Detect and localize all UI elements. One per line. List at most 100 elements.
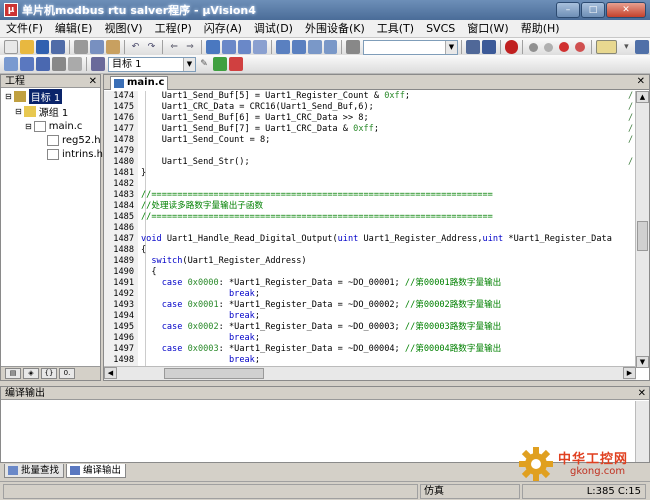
manage-components-icon[interactable] (213, 57, 227, 71)
code-line[interactable]: 1490 { (104, 267, 636, 278)
code-line[interactable]: 1495 case 0x0002: *Uart1_Register_Data =… (104, 322, 636, 333)
code-line[interactable]: 1489 switch(Uart1_Register_Address) (104, 256, 636, 267)
clear-bookmarks-icon[interactable] (253, 40, 268, 54)
kill-breakpoints-icon[interactable] (574, 42, 585, 52)
select-packs-icon[interactable] (229, 57, 243, 71)
scroll-thumb[interactable] (637, 221, 648, 251)
menu-file[interactable]: 文件(F) (0, 20, 49, 38)
nav-forward-icon[interactable]: ⇒ (183, 40, 197, 54)
uncomment-icon[interactable] (323, 40, 338, 54)
tree-item-intrins-h[interactable]: intrins.h (47, 147, 103, 161)
code-line[interactable]: 1486 (104, 223, 636, 234)
tab-main-c[interactable]: main.c (110, 76, 168, 90)
menu-edit[interactable]: 编辑(E) (49, 20, 99, 38)
new-file-icon[interactable] (4, 40, 18, 54)
code-line[interactable]: 1476 Uart1_Send_Buf[6] = Uart1_CRC_Data … (104, 113, 636, 124)
target-options-icon[interactable]: ✎ (197, 57, 211, 71)
books-tab-icon[interactable]: ◈ (23, 368, 39, 379)
batch-build-icon[interactable] (52, 57, 66, 71)
code-line[interactable]: 1494 break; (104, 311, 636, 322)
scroll-up-icon[interactable]: ▲ (636, 91, 649, 103)
menu-flash[interactable]: 闪存(A) (198, 20, 248, 38)
disable-breakpoint-icon[interactable] (559, 42, 569, 52)
open-folder-icon[interactable] (19, 40, 34, 54)
save-icon[interactable] (35, 40, 50, 54)
code-line[interactable]: 1488 { (104, 245, 636, 256)
code-line[interactable]: 1477 Uart1_Send_Buf[7] = Uart1_CRC_Data … (104, 124, 636, 135)
project-tab-icon[interactable]: ▤ (5, 368, 21, 379)
code-line[interactable]: 1474 Uart1_Send_Buf[5] = Uart1_Register_… (104, 91, 636, 102)
menu-view[interactable]: 视图(V) (98, 20, 148, 38)
find-in-files-icon[interactable] (346, 40, 361, 54)
functions-tab-icon[interactable]: {} (41, 368, 57, 379)
menu-window[interactable]: 窗口(W) (461, 20, 514, 38)
incremental-find-icon[interactable] (481, 40, 496, 54)
enable-breakpoint-icon[interactable] (544, 42, 554, 52)
prev-bookmark-icon[interactable] (221, 40, 236, 54)
code-line[interactable]: 1497 case 0x0003: *Uart1_Register_Data =… (104, 344, 636, 355)
code-line[interactable]: 1487 void Uart1_Handle_Read_Digital_Outpu… (104, 234, 636, 245)
translate-icon[interactable] (4, 57, 18, 71)
code-line[interactable]: 1484 //处理读多路数字量输出子函数 (104, 201, 636, 212)
menu-tools[interactable]: 工具(T) (371, 20, 420, 38)
configure-tools-icon[interactable]: ▾ (619, 40, 633, 54)
code-line[interactable]: 1492 break; (104, 289, 636, 300)
scroll-down-icon[interactable]: ▼ (636, 356, 649, 368)
menu-help[interactable]: 帮助(H) (515, 20, 566, 38)
code-line[interactable]: 1485 //==================================… (104, 212, 636, 223)
menu-svcs[interactable]: SVCS (420, 20, 461, 38)
code-area[interactable]: 1474 Uart1_Send_Buf[5] = Uart1_Register_… (104, 91, 636, 368)
next-bookmark-icon[interactable] (237, 40, 252, 54)
tab-build-output[interactable]: 编译输出 (66, 464, 127, 478)
find-combo[interactable]: ▼ (363, 39, 458, 55)
paste-icon[interactable] (105, 40, 120, 54)
collapse-icon[interactable]: ⊟ (5, 92, 12, 101)
tree-item-target[interactable]: ⊟ 目标 1 (5, 88, 63, 104)
tree-item-source-group[interactable]: ⊟ 源组 1 (15, 104, 68, 119)
maximize-button[interactable]: □ (581, 2, 605, 18)
scroll-thumb[interactable] (164, 368, 264, 379)
code-line[interactable]: 1491 case 0x0000: *Uart1_Register_Data =… (104, 278, 636, 289)
code-line[interactable]: 1483 //==================================… (104, 190, 636, 201)
code-line[interactable]: 1480 Uart1_Send_Str(); / (104, 157, 636, 168)
debug-start-icon[interactable] (504, 40, 519, 54)
tab-find-in-files[interactable]: 批量查找 (4, 464, 65, 478)
code-line[interactable]: 1493 case 0x0001: *Uart1_Register_Data =… (104, 300, 636, 311)
breakpoint-icon[interactable] (529, 42, 539, 52)
minimize-button[interactable]: – (556, 2, 580, 18)
save-all-icon[interactable] (51, 40, 66, 54)
code-line[interactable]: 1475 Uart1_CRC_Data = CRC16(Uart1_Send_B… (104, 102, 636, 113)
templates-tab-icon[interactable]: 0. (59, 368, 75, 379)
redo-icon[interactable]: ↷ (144, 40, 158, 54)
code-line[interactable]: 1498 break; (104, 355, 636, 366)
cut-icon[interactable] (74, 40, 89, 54)
rebuild-icon[interactable] (36, 57, 50, 71)
scroll-right-icon[interactable]: ▶ (623, 367, 636, 379)
close-icon[interactable]: ✕ (638, 387, 646, 400)
code-line[interactable]: 1482 (104, 179, 636, 190)
window-layout-icon[interactable] (595, 40, 618, 54)
vertical-scrollbar[interactable]: ▲ ▼ (635, 91, 649, 368)
code-line[interactable]: 1481} (104, 168, 636, 179)
target-select[interactable]: 目标 1 ▼ (108, 56, 196, 72)
indent-icon[interactable] (276, 40, 290, 54)
code-line[interactable]: 1479 (104, 146, 636, 157)
download-icon[interactable] (91, 57, 105, 71)
stop-build-icon[interactable] (68, 57, 82, 71)
tree-item-main-c[interactable]: ⊟ main.c (25, 119, 82, 133)
code-line[interactable]: 1496 break; (104, 333, 636, 344)
wrench-icon[interactable] (635, 40, 650, 54)
undo-icon[interactable]: ↶ (129, 40, 143, 54)
menu-debug[interactable]: 调试(D) (248, 20, 299, 38)
build-icon[interactable] (20, 57, 34, 71)
close-icon[interactable]: ✕ (637, 76, 645, 87)
collapse-icon[interactable]: ⊟ (25, 122, 32, 131)
tree-item-reg52-h[interactable]: reg52.h (47, 133, 101, 147)
find-icon[interactable] (465, 40, 480, 54)
comment-icon[interactable] (307, 40, 322, 54)
collapse-icon[interactable]: ⊟ (15, 107, 22, 116)
unindent-icon[interactable] (291, 40, 306, 54)
copy-icon[interactable] (90, 40, 104, 54)
horizontal-scrollbar[interactable]: ◀ ▶ (104, 366, 636, 380)
bookmark-icon[interactable] (205, 40, 220, 54)
